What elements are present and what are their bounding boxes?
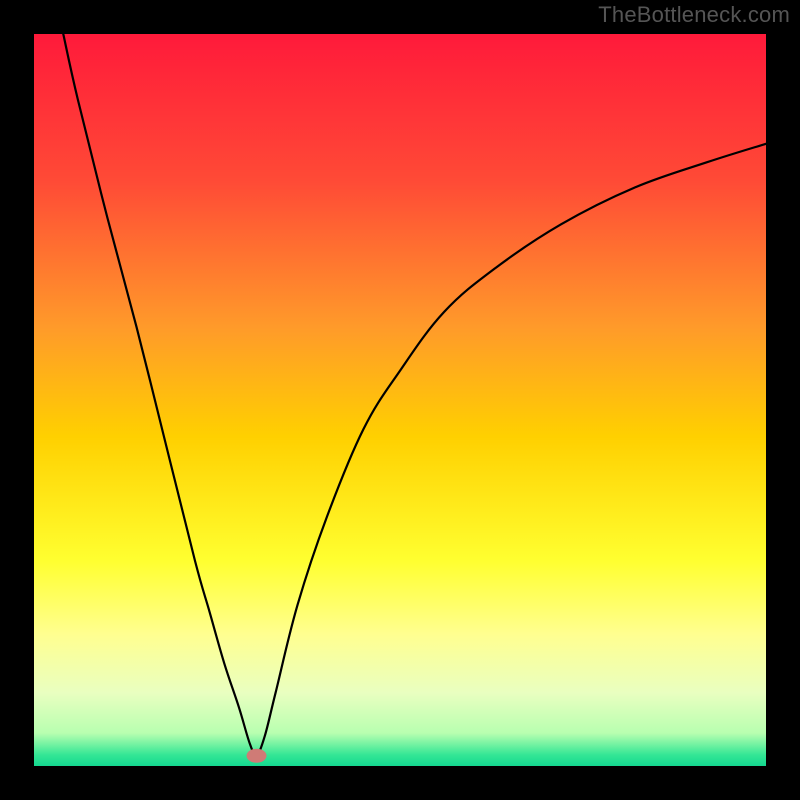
plot-area bbox=[34, 34, 766, 766]
optimum-marker bbox=[247, 749, 267, 763]
watermark-text: TheBottleneck.com bbox=[598, 2, 790, 28]
gradient-backdrop bbox=[34, 34, 766, 766]
chart-frame: TheBottleneck.com bbox=[0, 0, 800, 800]
chart-svg bbox=[34, 34, 766, 766]
